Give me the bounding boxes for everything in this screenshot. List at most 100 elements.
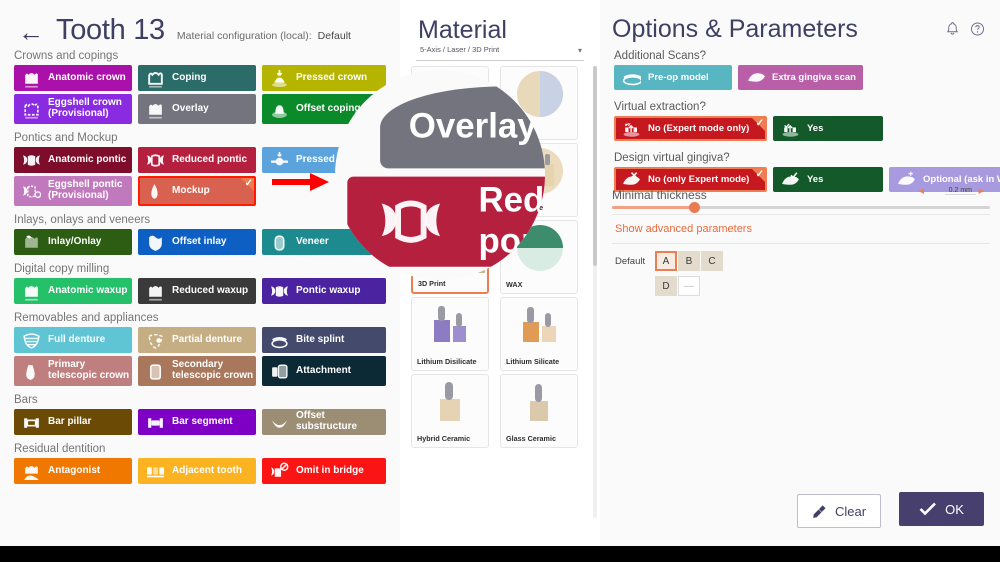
back-arrow-icon[interactable]: ←	[18, 19, 44, 45]
glass-ceramic-icon	[501, 375, 577, 429]
options-panel-title: Options & Parameters	[612, 15, 858, 43]
secondary-telescopic-icon	[145, 361, 165, 381]
anatomic-waxup-icon	[21, 281, 41, 301]
application-window: ← Tooth 13 Material configuration (local…	[0, 0, 1000, 546]
material-card[interactable]: Lithium Disilicate	[411, 297, 489, 371]
lithium-disilicate-icon	[412, 298, 488, 352]
adjacent-tooth-icon	[145, 461, 165, 481]
option-button-label: Yes	[807, 174, 824, 185]
option-button-yes[interactable]: Yes	[773, 116, 883, 141]
default-option-button[interactable]: —	[678, 276, 700, 296]
divider-1	[612, 214, 990, 215]
magnified-button-label: Overlay	[408, 106, 537, 146]
left-button-antagonist[interactable]: Antagonist	[14, 458, 132, 484]
left-button-partial-denture[interactable]: Partial denture	[138, 327, 256, 353]
left-button-label: Mockup	[172, 184, 210, 196]
left-button-primary-telescopic-crown[interactable]: Primary telescopic crown	[14, 356, 132, 386]
reduced-pontic-icon	[145, 150, 165, 170]
left-button-attachment[interactable]: Attachment	[262, 356, 386, 386]
left-button-adjacent-tooth[interactable]: Adjacent tooth	[138, 458, 256, 484]
left-button-eggshell-crown-provisional[interactable]: Eggshell crown (Provisional)	[14, 94, 132, 124]
left-button-overlay[interactable]: Overlay	[138, 94, 256, 124]
red-arrow-icon	[272, 173, 329, 191]
page-title: Tooth 13	[56, 14, 165, 46]
left-button-label: Offset substructure	[296, 410, 358, 432]
option-button-label: Yes	[807, 123, 824, 134]
left-button-offset-substructure[interactable]: Offset substructure	[262, 409, 386, 435]
option-button-no-expert-mode-only[interactable]: x No (Expert mode only) ✓	[614, 116, 767, 141]
magnified-button[interactable]: Reduced pontic	[347, 176, 545, 267]
left-button-label: Bar segment	[172, 415, 233, 427]
left-button-label: Primary telescopic crown	[48, 359, 130, 381]
minimal-thickness-slider-fill	[612, 206, 695, 209]
minimal-thickness-slider-knob[interactable]	[689, 202, 700, 213]
left-button-reduced-pontic[interactable]: Reduced pontic	[138, 147, 256, 173]
reduced-pontic-icon	[376, 187, 446, 257]
material-card-label: WAX	[506, 279, 523, 289]
option-group-label: Virtual extraction?	[614, 101, 706, 113]
process-select[interactable]: 5-Axis / Laser / 3D Print ▾	[416, 45, 584, 61]
hybrid-ceramic-icon	[412, 375, 488, 429]
material-card[interactable]: Lithium Silicate	[500, 297, 578, 371]
left-button-pontic-waxup[interactable]: Pontic waxup	[262, 278, 386, 304]
left-button-coping[interactable]: Coping	[138, 65, 256, 91]
option-button-extra-gingiva-scan[interactable]: Extra gingiva scan	[738, 65, 863, 90]
reduced-waxup-icon	[145, 281, 165, 301]
left-button-omit-in-bridge[interactable]: Omit in bridge	[262, 458, 386, 484]
help-icon[interactable]	[970, 21, 985, 37]
left-button-anatomic-waxup[interactable]: Anatomic waxup	[14, 278, 132, 304]
offset-substructure-icon	[269, 412, 289, 432]
default-option-button[interactable]: C	[701, 251, 723, 271]
bell-icon[interactable]	[945, 21, 960, 37]
divider-2	[612, 243, 990, 244]
minimal-thickness-row: Minimal thickness ◀ 0.2 mm ▶	[612, 186, 990, 213]
option-button-pre-op-model[interactable]: Pre-op model	[614, 65, 732, 90]
ok-button[interactable]: OK	[899, 492, 984, 526]
material-scrollbar-thumb[interactable]	[593, 66, 597, 266]
default-option-button[interactable]: D	[655, 276, 677, 296]
section-label: Digital copy milling	[14, 263, 110, 275]
pontic-icon	[21, 150, 41, 170]
material-card-label: Lithium Disilicate	[417, 356, 477, 366]
left-button-reduced-waxup[interactable]: Reduced waxup	[138, 278, 256, 304]
left-button-inlay-onlay[interactable]: Inlay/Onlay	[14, 229, 132, 255]
left-button-label: Secondary telescopic crown	[172, 359, 254, 381]
magnified-button[interactable]: Overlay	[380, 86, 545, 169]
left-button-eggshell-pontic-provisional[interactable]: Eggshell pontic (Provisional)	[14, 176, 132, 206]
show-advanced-parameters-link[interactable]: Show advanced parameters	[615, 223, 752, 235]
omit-in-bridge-icon	[269, 461, 289, 481]
default-option-button[interactable]: A	[655, 251, 677, 271]
minimal-thickness-value: 0.2 mm	[944, 187, 976, 195]
partial-denture-icon	[145, 330, 165, 350]
clear-button[interactable]: Clear	[797, 494, 881, 528]
left-button-mockup[interactable]: Mockup ✓	[138, 176, 256, 206]
pressed-crown-icon	[269, 68, 289, 88]
yes-extraction-icon	[779, 119, 801, 139]
left-button-offset-inlay[interactable]: Offset inlay	[138, 229, 256, 255]
default-option-button[interactable]: B	[678, 251, 700, 271]
material-config-label: Material configuration (local):	[176, 30, 312, 42]
crown-icon	[21, 68, 41, 88]
pressed-pontic-icon	[269, 150, 289, 170]
left-button-bar-pillar[interactable]: Bar pillar	[14, 409, 132, 435]
left-button-anatomic-crown[interactable]: Anatomic crown	[14, 65, 132, 91]
left-button-label: Anatomic pontic	[48, 153, 127, 165]
material-card[interactable]: Glass Ceramic	[500, 374, 578, 448]
bar-pillar-icon	[21, 412, 41, 432]
left-button-secondary-telescopic-crown[interactable]: Secondary telescopic crown	[138, 356, 256, 386]
material-card-label: Hybrid Ceramic	[417, 433, 471, 443]
material-config-info: Material configuration (local): Default	[177, 30, 351, 42]
left-button-anatomic-pontic[interactable]: Anatomic pontic	[14, 147, 132, 173]
left-button-bar-segment[interactable]: Bar segment	[138, 409, 256, 435]
material-card[interactable]: Hybrid Ceramic	[411, 374, 489, 448]
option-button-label: Extra gingiva scan	[772, 72, 856, 83]
increment-icon[interactable]: ▶	[979, 187, 984, 195]
section-label: Inlays, onlays and veneers	[14, 214, 151, 226]
decrement-icon[interactable]: ◀	[919, 187, 924, 195]
left-button-full-denture[interactable]: Full denture	[14, 327, 132, 353]
left-button-label: Bite splint	[296, 333, 345, 345]
left-button-label: Full denture	[48, 333, 106, 345]
process-select-value: 5-Axis / Laser / 3D Print	[420, 45, 500, 54]
left-button-label: Anatomic crown	[48, 71, 126, 83]
left-button-bite-splint[interactable]: Bite splint	[262, 327, 386, 353]
